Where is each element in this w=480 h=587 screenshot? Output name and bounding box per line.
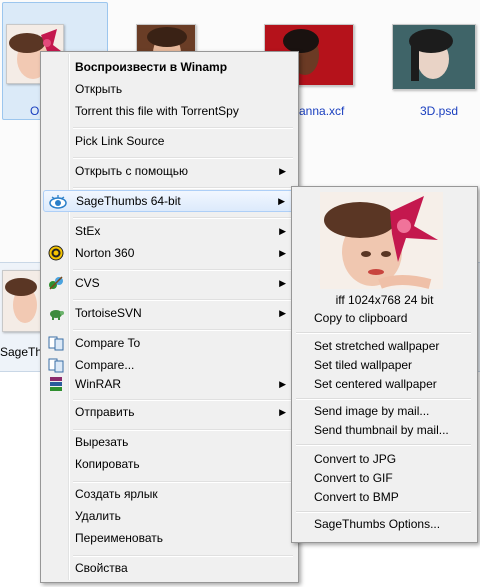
menu-separator — [73, 329, 293, 331]
submenu-arrow-icon: ▶ — [279, 166, 286, 176]
sagethumbs-eye-icon — [49, 194, 67, 210]
menu-separator — [73, 157, 293, 159]
submenu-send-image-by-mail[interactable]: Send image by mail... — [314, 402, 429, 421]
menu-item-tortoisesvn[interactable]: TortoiseSVN ▶ — [43, 302, 296, 324]
strip-thumbnail[interactable] — [2, 270, 42, 332]
file-name-4[interactable]: 3D.psd — [420, 104, 458, 118]
menu-item-label: StEx — [75, 224, 101, 238]
submenu-arrow-icon: ▶ — [279, 308, 286, 318]
menu-item-label: Torrent this file with TorrentSpy — [75, 104, 239, 118]
image-preview — [320, 192, 443, 289]
menu-item-label: SageThumbs 64-bit — [76, 194, 181, 208]
menu-item-label: CVS — [75, 276, 100, 290]
menu-separator — [296, 444, 471, 446]
menu-separator — [73, 269, 293, 271]
menu-item-label: Открыть — [75, 82, 123, 96]
submenu-copy-to-clipboard[interactable]: Copy to clipboard — [314, 309, 407, 328]
submenu-sagethumbs-options[interactable]: SageThumbs Options... — [314, 515, 440, 534]
submenu-arrow-icon: ▶ — [279, 226, 286, 236]
menu-item-label: WinRAR — [75, 377, 122, 391]
menu-item-pick-link-source[interactable]: Pick Link Source — [43, 130, 296, 152]
submenu-set-tiled-wallpaper[interactable]: Set tiled wallpaper — [314, 356, 412, 375]
file-name-3[interactable]: anna.xcf — [299, 104, 344, 118]
menu-item-rename[interactable]: Переименовать — [43, 527, 296, 549]
file-thumbnail-4[interactable] — [392, 24, 476, 90]
submenu-convert-to-gif[interactable]: Convert to GIF — [314, 469, 393, 488]
submenu-arrow-icon: ▶ — [278, 196, 285, 206]
submenu-set-centered-wallpaper[interactable]: Set centered wallpaper — [314, 375, 437, 394]
menu-item-cvs[interactable]: CVS ▶ — [43, 272, 296, 294]
submenu-arrow-icon: ▶ — [279, 379, 286, 389]
menu-item-cut[interactable]: Вырезать — [43, 431, 296, 453]
menu-item-norton-360[interactable]: Norton 360 ▶ — [43, 242, 296, 264]
portrait-lily-small-image — [3, 271, 41, 331]
menu-item-label: Norton 360 — [75, 246, 135, 260]
submenu-arrow-icon: ▶ — [279, 407, 286, 417]
menu-separator — [73, 217, 293, 219]
menu-item-label: Pick Link Source — [75, 134, 165, 148]
portrait-3d-image — [393, 25, 475, 89]
compare-icon — [48, 335, 64, 351]
menu-item-open-with[interactable]: Открыть с помощью ▶ — [43, 160, 296, 182]
context-menu: Воспроизвести в Winamp Открыть Torrent t… — [40, 51, 299, 583]
menu-separator — [296, 398, 471, 400]
cvs-icon — [48, 275, 64, 291]
compare-icon — [48, 357, 64, 373]
menu-item-label: TortoiseSVN — [75, 306, 142, 320]
menu-item-label: Создать ярлык — [75, 487, 158, 501]
menu-item-properties[interactable]: Свойства — [43, 557, 296, 579]
menu-item-label: Воспроизвести в Winamp — [75, 60, 228, 74]
portrait-lily-preview-image — [320, 192, 443, 289]
menu-item-label: Переименовать — [75, 531, 163, 545]
submenu-set-stretched-wallpaper[interactable]: Set stretched wallpaper — [314, 337, 439, 356]
submenu-convert-to-bmp[interactable]: Convert to BMP — [314, 488, 399, 507]
menu-item-label: Вырезать — [75, 435, 129, 449]
tortoisesvn-icon — [48, 305, 64, 321]
norton-icon — [48, 245, 64, 261]
submenu-arrow-icon: ▶ — [279, 248, 286, 258]
menu-separator — [73, 127, 293, 129]
menu-item-delete[interactable]: Удалить — [43, 505, 296, 527]
menu-item-label: Открыть с помощью — [75, 164, 189, 178]
menu-separator — [296, 332, 471, 334]
menu-item-label: Отправить — [75, 405, 135, 419]
menu-item-torrentspy[interactable]: Torrent this file with TorrentSpy — [43, 100, 296, 122]
menu-item-play-winamp[interactable]: Воспроизвести в Winamp — [43, 56, 296, 78]
menu-item-copy[interactable]: Копировать — [43, 453, 296, 475]
sagethumbs-submenu: iff 1024x768 24 bit Copy to clipboard Se… — [291, 186, 478, 543]
menu-item-send-to[interactable]: Отправить ▶ — [43, 401, 296, 423]
menu-item-create-shortcut[interactable]: Создать ярлык — [43, 483, 296, 505]
menu-item-label: Свойства — [75, 561, 128, 575]
menu-separator — [73, 187, 293, 189]
menu-item-label: Копировать — [75, 457, 140, 471]
menu-item-open[interactable]: Открыть — [43, 78, 296, 100]
menu-separator — [73, 299, 293, 301]
menu-item-stex[interactable]: StEx ▶ — [43, 220, 296, 242]
menu-item-winrar[interactable]: WinRAR ▶ — [43, 373, 296, 395]
submenu-convert-to-jpg[interactable]: Convert to JPG — [314, 450, 396, 469]
submenu-send-thumbnail-by-mail[interactable]: Send thumbnail by mail... — [314, 421, 449, 440]
submenu-arrow-icon: ▶ — [279, 278, 286, 288]
menu-separator — [296, 511, 471, 513]
menu-item-label: Compare To — [75, 336, 141, 350]
menu-item-sagethumbs[interactable]: SageThumbs 64-bit ▶ — [43, 190, 296, 212]
winrar-icon — [48, 376, 64, 392]
menu-item-label: Удалить — [75, 509, 121, 523]
menu-item-compare-to[interactable]: Compare To — [43, 332, 296, 354]
image-info: iff 1024x768 24 bit — [335, 293, 434, 307]
